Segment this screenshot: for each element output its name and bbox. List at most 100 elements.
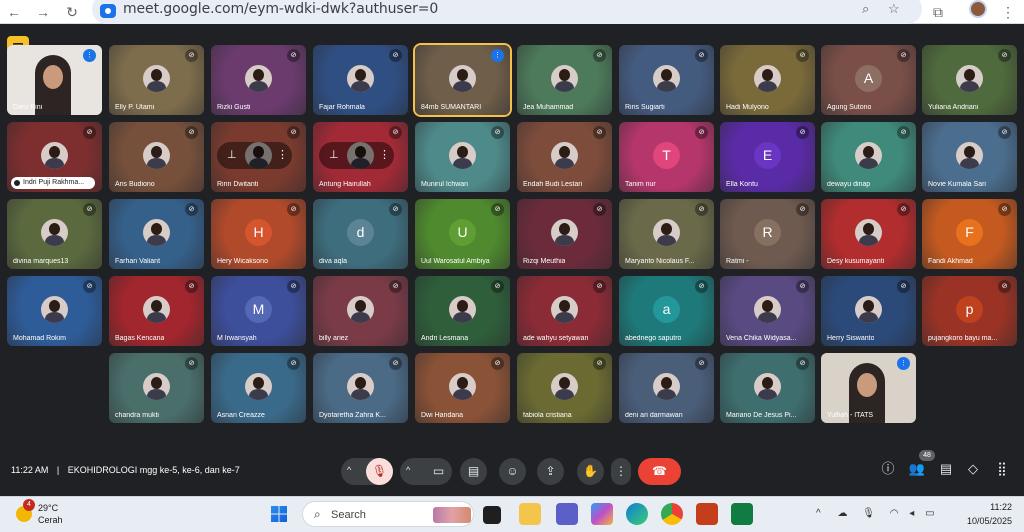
chevron-up-icon[interactable]: ^ xyxy=(406,457,410,484)
arrow-left-icon[interactable]: ← xyxy=(4,2,24,22)
participant-tile[interactable]: ⊘ fabiola cristiana xyxy=(517,353,612,423)
browser-menu-icon[interactable]: ⋮ xyxy=(998,2,1018,22)
url-text[interactable]: meet.google.com/eym-wdki-dwk?authuser=0 xyxy=(123,1,438,17)
mic-off-icon: ⊘ xyxy=(796,357,809,370)
emoji-icon[interactable]: ☺ xyxy=(499,458,526,485)
more-vert-icon[interactable]: ⋮ xyxy=(277,148,288,161)
participant-tile[interactable]: ⊘ billy ariez xyxy=(313,276,408,346)
participant-tile[interactable]: ⊘ Aris Budiono xyxy=(109,122,204,192)
shapes-icon[interactable]: ◇ xyxy=(962,458,984,480)
teams-icon[interactable] xyxy=(556,503,578,525)
participant-tile[interactable]: ⋮ Daru Rini xyxy=(7,45,102,115)
participant-tile[interactable]: R ⊘ Ratmi - xyxy=(720,199,815,269)
participant-tile[interactable]: ⊥ ⋮ ⊘ Antung Hairullah xyxy=(313,122,408,192)
participant-tile[interactable]: ⋮ 84mb SUMANTARI xyxy=(415,45,510,115)
chevron-up-icon[interactable]: ^ xyxy=(347,457,351,484)
more-vert-icon[interactable]: ⋮ xyxy=(611,458,631,485)
copilot-icon[interactable] xyxy=(591,503,613,525)
participant-tile[interactable]: ⊘ Desy kusumayanti xyxy=(821,199,916,269)
participant-tile[interactable]: ⊘ Herry Siswanto xyxy=(821,276,916,346)
participant-tile[interactable]: ⊘ Yuliana Andriani xyxy=(922,45,1017,115)
cloud-icon[interactable]: ☁ xyxy=(837,508,847,519)
participant-tile[interactable]: ⊘ Asnan Creazze xyxy=(211,353,306,423)
participant-tile[interactable]: ⊘ Dwi Handana xyxy=(415,353,510,423)
participant-tile[interactable]: ⊘ Vena Chika Widyasa... xyxy=(720,276,815,346)
participant-tile[interactable]: A ⊘ Agung Sutono xyxy=(821,45,916,115)
participant-tile[interactable]: T ⊘ Tanim nur xyxy=(619,122,714,192)
reload-icon[interactable]: ↻ xyxy=(62,2,82,22)
activities-icon[interactable]: ⣿ xyxy=(991,458,1013,480)
participant-tile[interactable]: ⊘ dewayu dinap xyxy=(821,122,916,192)
chrome-icon[interactable] xyxy=(661,503,683,525)
people-icon[interactable]: 👥 xyxy=(906,458,928,480)
mic-off-icon[interactable]: 🎙 xyxy=(366,458,393,485)
info-icon[interactable]: ⓘ xyxy=(877,458,899,480)
participant-tile[interactable]: ⊘ chandra mukti xyxy=(109,353,204,423)
participant-tile[interactable]: ⊥ ⋮ ⊘ Ririn Dwitanti xyxy=(211,122,306,192)
chat-icon[interactable]: ▤ xyxy=(935,458,957,480)
participant-tile[interactable]: ⊘ Maryanto Nicolaus F... xyxy=(619,199,714,269)
participant-tile[interactable]: M ⊘ M Irwansyah xyxy=(211,276,306,346)
pin-icon[interactable]: ⊥ xyxy=(329,148,339,161)
captions-icon[interactable]: ▤ xyxy=(460,458,487,485)
mic-control[interactable]: ^ 🎙 xyxy=(341,458,393,485)
participant-tile[interactable]: ⊘ Fajar Rohmala xyxy=(313,45,408,115)
participant-tile[interactable]: p ⊘ pujangkoro bayu ma... xyxy=(922,276,1017,346)
bookmark-star-icon[interactable]: ☆ xyxy=(888,1,900,17)
participant-tile[interactable]: ⊘ Hadi Mulyono xyxy=(720,45,815,115)
participant-tile[interactable]: ⊘ ade wahyu setyawan xyxy=(517,276,612,346)
participant-tile[interactable]: ⊘ divina marques13 xyxy=(7,199,102,269)
battery-icon[interactable]: ▭ xyxy=(925,508,934,519)
participant-tile[interactable]: ⋮ Yulfiah - ITATS xyxy=(821,353,916,423)
participant-tile[interactable]: ⊘ Mariano De Jesus Pi... xyxy=(720,353,815,423)
participant-tile[interactable]: ⊘ Dyotaretha Zahra K... xyxy=(313,353,408,423)
participant-tile[interactable]: ⊘ Bagas Kencana xyxy=(109,276,204,346)
arrow-right-icon[interactable]: → xyxy=(33,2,53,22)
participant-tile[interactable]: ⊘ Munirul Ichwan xyxy=(415,122,510,192)
excel-icon[interactable] xyxy=(731,503,753,525)
participant-tile[interactable]: U ⊘ Uul Warosatul Ambiya xyxy=(415,199,510,269)
more-vert-icon[interactable]: ⋮ xyxy=(379,148,390,161)
participant-tile[interactable]: a ⊘ abednego saputro xyxy=(619,276,714,346)
present-icon[interactable]: ⇪ xyxy=(537,458,564,485)
participant-tile[interactable]: ⊘ Novie Kumala Sari xyxy=(922,122,1017,192)
zoom-icon[interactable]: ⌕ xyxy=(862,1,869,17)
participant-tile[interactable]: ⊘ Indri Puji Rakhma... xyxy=(7,122,102,192)
taskbar-search[interactable]: ⌕ Search xyxy=(302,501,474,527)
participant-tile[interactable]: H ⊘ Hery Wicaksono xyxy=(211,199,306,269)
powerpoint-icon[interactable] xyxy=(696,503,718,525)
task-view-icon[interactable] xyxy=(483,506,501,524)
camera-control[interactable]: ^ ▭ xyxy=(400,458,452,485)
participant-tile[interactable]: ⊘ Elly P. Utami xyxy=(109,45,204,115)
address-bar[interactable]: meet.google.com/eym-wdki-dwk?authuser=0 … xyxy=(92,0,922,24)
volume-icon[interactable]: ◂ xyxy=(909,508,914,519)
participant-tile[interactable]: d ⊘ diva aqla xyxy=(313,199,408,269)
end-call-icon[interactable]: ☎ xyxy=(638,458,681,485)
participant-tile[interactable]: ⊘ Jea Muhammad xyxy=(517,45,612,115)
participant-tile[interactable]: ⊘ Riris Sugiarti xyxy=(619,45,714,115)
participant-tile[interactable]: ⊘ Endah Budi Lestari xyxy=(517,122,612,192)
chevron-up-icon[interactable]: ^ xyxy=(816,508,821,519)
microphone-icon[interactable]: 🎙 xyxy=(862,508,875,519)
tile-hover-controls[interactable]: ⊥ ⋮ xyxy=(217,142,292,169)
participant-tile[interactable]: ⊘ Rizki Gusti xyxy=(211,45,306,115)
participant-tile[interactable]: F ⊘ Fandi Akhmad xyxy=(922,199,1017,269)
extensions-icon[interactable]: ⧉ xyxy=(928,2,948,22)
tile-hover-controls[interactable]: ⊥ ⋮ xyxy=(319,142,394,169)
file-explorer-icon[interactable] xyxy=(519,503,541,525)
participant-tile[interactable]: ⊘ Andri Lesmana xyxy=(415,276,510,346)
windows-start-icon[interactable] xyxy=(268,503,290,525)
wifi-icon[interactable]: ◠ xyxy=(890,508,899,519)
raise-hand-icon[interactable]: ✋ xyxy=(577,458,604,485)
taskbar-time[interactable]: 11:22 xyxy=(968,502,1012,512)
participant-tile[interactable]: ⊘ Farhan Valiant xyxy=(109,199,204,269)
taskbar-date[interactable]: 10/05/2025 xyxy=(960,516,1012,526)
edge-icon[interactable] xyxy=(626,503,648,525)
pin-icon[interactable]: ⊥ xyxy=(227,148,237,161)
participant-tile[interactable]: ⊘ Mohamad Rokim xyxy=(7,276,102,346)
participant-tile[interactable]: ⊘ deni ari darmawan xyxy=(619,353,714,423)
participant-tile[interactable]: ⊘ Rizqi Meuthia xyxy=(517,199,612,269)
participant-tile[interactable]: E ⊘ Ella Kontu xyxy=(720,122,815,192)
profile-avatar[interactable] xyxy=(969,0,987,18)
camera-icon[interactable]: ▭ xyxy=(425,458,452,485)
